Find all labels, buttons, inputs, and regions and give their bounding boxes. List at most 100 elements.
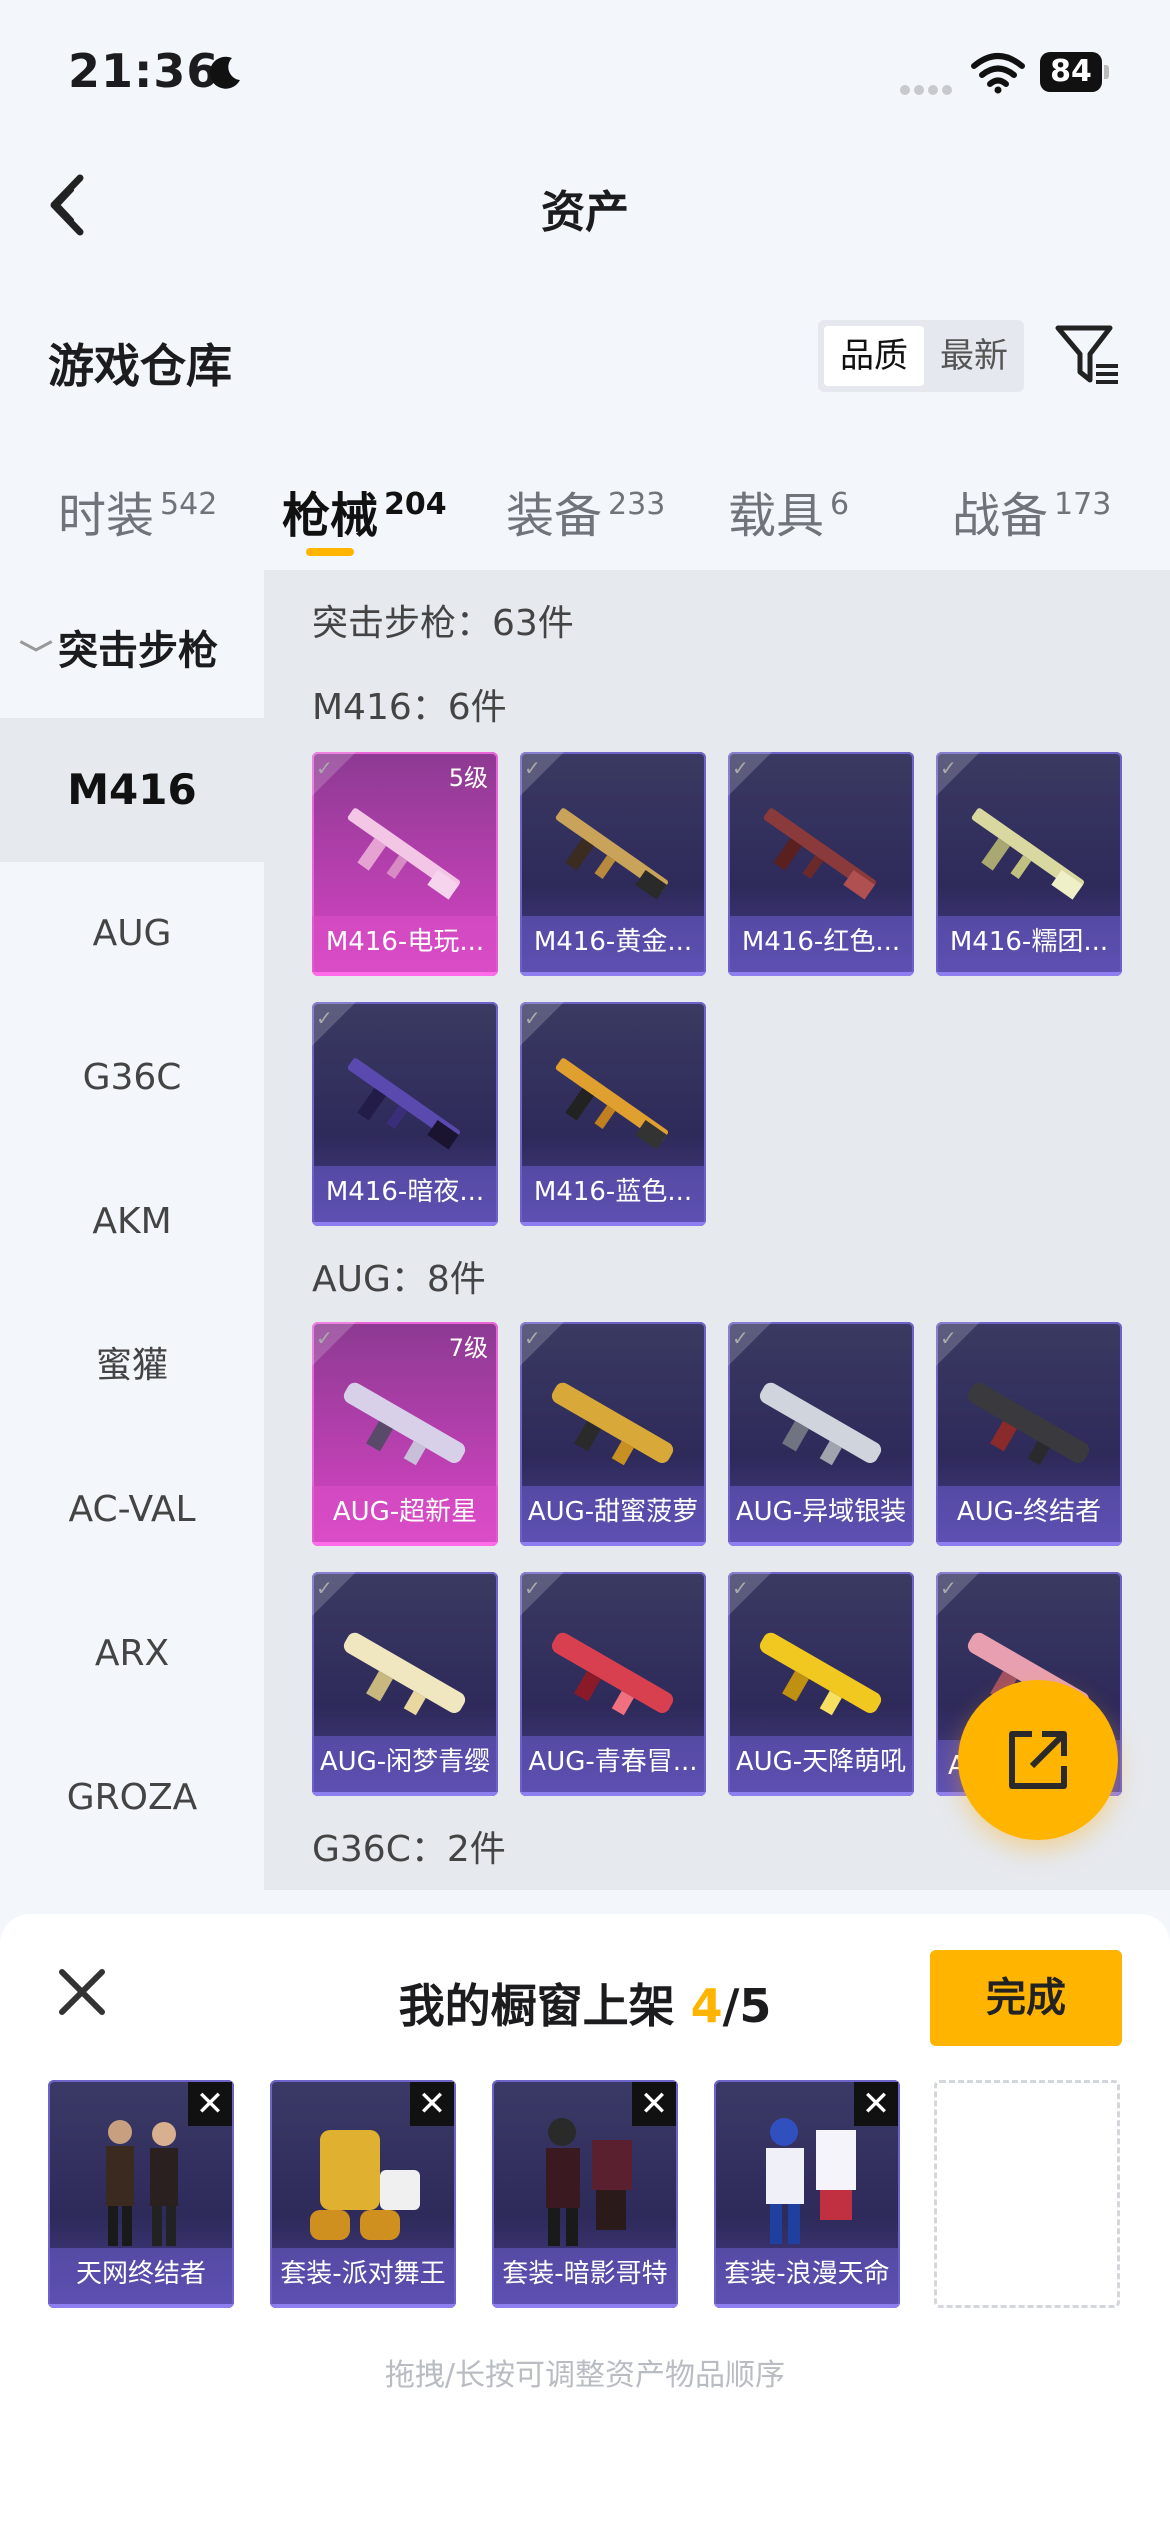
- weapon-name: M416-红色...: [728, 916, 914, 976]
- rifle-icon: [551, 1632, 674, 1716]
- weapon-name: AUG-天降萌吼: [728, 1736, 914, 1796]
- level-badge: 5级: [448, 764, 488, 792]
- share-button[interactable]: [958, 1680, 1118, 1840]
- weapon-card[interactable]: ✓ M416-糯团...: [936, 752, 1122, 976]
- sidebar-item-g36c[interactable]: G36C: [0, 1006, 264, 1150]
- page-title: 资产: [541, 187, 629, 238]
- tab-vehicles[interactable]: 载具 6: [728, 476, 849, 546]
- weapon-card[interactable]: ✓ 5级 M416-电玩...: [312, 752, 498, 976]
- empty-showcase-slot[interactable]: [934, 2080, 1120, 2308]
- rifle-icon: [967, 1382, 1090, 1466]
- weapon-name: AUG-超新星: [312, 1486, 498, 1546]
- warehouse-title: 游戏仓库: [48, 339, 232, 393]
- weapon-card[interactable]: ✓ AUG-异域银装: [728, 1322, 914, 1546]
- weapon-name: M416-暗夜...: [312, 1166, 498, 1226]
- tab-equipment[interactable]: 装备 233: [506, 476, 665, 546]
- sidebar-item-aug[interactable]: AUG: [0, 862, 264, 1006]
- status-time: 21:36: [68, 44, 220, 98]
- showcase-slot[interactable]: ✕ 套装-暗影哥特: [492, 2080, 678, 2308]
- reorder-hint: 拖拽/长按可调整资产物品顺序: [384, 2358, 786, 2393]
- slot-name: 套装-派对舞王: [270, 2248, 456, 2308]
- check-icon: ✓: [524, 756, 541, 780]
- rifle-icon: [347, 1058, 461, 1150]
- tab-supplies[interactable]: 战备 173: [952, 476, 1111, 546]
- sidebar-item-honey-badger[interactable]: 蜜獾: [0, 1294, 264, 1438]
- weapon-card[interactable]: ✓ M416-红色...: [728, 752, 914, 976]
- weapon-name: M416-电玩...: [312, 916, 498, 976]
- weapon-card[interactable]: ✓ AUG-终结者: [936, 1322, 1122, 1546]
- weapon-name: AUG-青春冒...: [520, 1736, 706, 1796]
- sort-quality-option[interactable]: 品质: [824, 326, 924, 386]
- sidebar-item-m416[interactable]: M416: [0, 718, 264, 862]
- weapon-name: AUG-终结者: [936, 1486, 1122, 1546]
- check-icon: ✓: [524, 1576, 541, 1600]
- weapon-card[interactable]: ✓ M416-蓝色...: [520, 1002, 706, 1226]
- showcase-slot[interactable]: ✕ 套装-浪漫天命: [714, 2080, 900, 2308]
- check-icon: ✓: [316, 756, 333, 780]
- tab-fashion[interactable]: 时装 542: [58, 476, 217, 546]
- remove-slot-icon[interactable]: ✕: [410, 2082, 454, 2126]
- sidebar-item-arx[interactable]: ARX: [0, 1582, 264, 1726]
- sort-latest-option[interactable]: 最新: [928, 326, 1020, 386]
- check-icon: ✓: [940, 1326, 957, 1350]
- chevron-down-icon: ﹀: [19, 638, 53, 671]
- remove-slot-icon[interactable]: ✕: [854, 2082, 898, 2126]
- moon-icon: [209, 56, 240, 89]
- check-icon: ✓: [940, 1576, 957, 1600]
- showcase-count-total: /5: [722, 1979, 772, 2033]
- weapon-card[interactable]: ✓ M416-暗夜...: [312, 1002, 498, 1226]
- weapon-card[interactable]: ✓ M416-黄金...: [520, 752, 706, 976]
- check-icon: ✓: [524, 1006, 541, 1030]
- check-icon: ✓: [316, 1006, 333, 1030]
- weapon-card[interactable]: ✓ AUG-甜蜜菠萝: [520, 1322, 706, 1546]
- cellular-signal-icon: [900, 80, 956, 99]
- showcase-slot[interactable]: ✕ 套装-派对舞王: [270, 2080, 456, 2308]
- remove-slot-icon[interactable]: ✕: [188, 2082, 232, 2126]
- outfit-image: [766, 2118, 856, 2244]
- outfit-image: [310, 2130, 420, 2240]
- showcase-count-current: 4: [690, 1979, 723, 2033]
- weapon-name: AUG-甜蜜菠萝: [520, 1486, 706, 1546]
- rifle-icon: [551, 1382, 674, 1466]
- weapon-card[interactable]: ✓ AUG-青春冒...: [520, 1572, 706, 1796]
- slot-name: 天网终结者: [48, 2248, 234, 2308]
- done-button[interactable]: 完成: [930, 1950, 1122, 2046]
- tab-guns[interactable]: 枪械 204: [282, 476, 447, 546]
- sort-toggle: 品质 最新: [818, 320, 1024, 392]
- rifle-icon: [759, 1632, 882, 1716]
- check-icon: ✓: [940, 756, 957, 780]
- level-badge: 7级: [448, 1334, 488, 1362]
- check-icon: ✓: [732, 1326, 749, 1350]
- rifle-icon: [971, 808, 1085, 900]
- check-icon: ✓: [732, 1576, 749, 1600]
- check-icon: ✓: [316, 1576, 333, 1600]
- battery-icon: 84: [1040, 52, 1112, 92]
- showcase-slot[interactable]: ✕ 天网终结者: [48, 2080, 234, 2308]
- rifle-icon: [343, 1632, 466, 1716]
- outfit-image: [106, 2120, 178, 2246]
- check-icon: ✓: [524, 1326, 541, 1350]
- rifle-icon: [347, 808, 461, 900]
- weapon-name: M416-糯团...: [936, 916, 1122, 976]
- rifle-icon: [763, 808, 877, 900]
- weapon-name: M416-蓝色...: [520, 1166, 706, 1226]
- wifi-icon: [971, 53, 1025, 94]
- sidebar-item-akm[interactable]: AKM: [0, 1150, 264, 1294]
- battery-level: 84: [1040, 52, 1102, 92]
- check-icon: ✓: [316, 1326, 333, 1350]
- remove-slot-icon[interactable]: ✕: [632, 2082, 676, 2126]
- section-label-m416: M416：6件: [312, 687, 507, 728]
- sidebar-item-groza[interactable]: GROZA: [0, 1726, 264, 1870]
- sidebar-group-assault-rifles[interactable]: ﹀ 突击步枪: [19, 618, 218, 676]
- rifle-icon: [759, 1382, 882, 1466]
- active-tab-indicator: [306, 548, 354, 556]
- filter-icon[interactable]: [1052, 320, 1124, 392]
- rifle-icon: [555, 1058, 669, 1150]
- weapon-card[interactable]: ✓ 7级 AUG-超新星: [312, 1322, 498, 1546]
- weapon-name: AUG-闲梦青缨: [312, 1736, 498, 1796]
- weapon-card[interactable]: ✓ AUG-闲梦青缨: [312, 1572, 498, 1796]
- slot-name: 套装-暗影哥特: [492, 2248, 678, 2308]
- weapon-card[interactable]: ✓ AUG-天降萌吼: [728, 1572, 914, 1796]
- section-label-g36c: G36C：2件: [312, 1829, 506, 1870]
- sidebar-item-ac-val[interactable]: AC-VAL: [0, 1438, 264, 1582]
